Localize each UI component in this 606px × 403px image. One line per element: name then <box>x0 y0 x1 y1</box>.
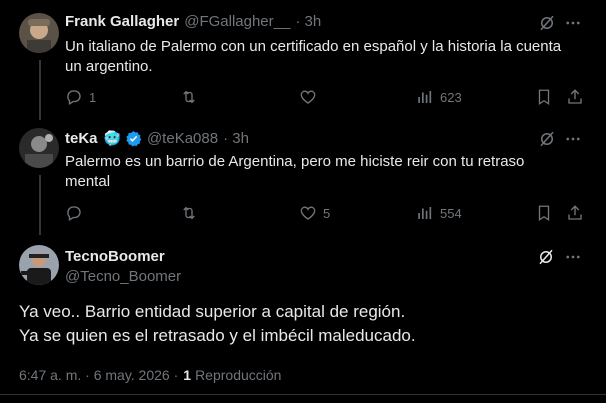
like-button[interactable]: 5 <box>299 204 330 222</box>
more-icon[interactable] <box>564 14 582 32</box>
more-icon[interactable] <box>564 130 582 148</box>
retweet-button[interactable] <box>180 204 198 222</box>
bookmark-icon[interactable] <box>535 204 553 222</box>
views-icon <box>418 207 432 219</box>
reply-icon <box>67 90 81 105</box>
main-tweet-text: Ya veo.. Barrio entidad superior a capit… <box>19 300 416 348</box>
tweet-text-line: un argentino. <box>65 58 153 75</box>
share-icon[interactable] <box>566 88 584 106</box>
more-icon[interactable] <box>564 248 582 266</box>
grok-icon[interactable] <box>538 14 556 32</box>
tweet-text: Palermo es un barrio de Argentina, pero … <box>65 152 524 192</box>
badge-emoji: 🥶 <box>103 130 121 146</box>
reply-button[interactable]: 1 <box>65 88 96 106</box>
reply-icon <box>67 206 81 221</box>
share-icon[interactable] <box>566 204 584 222</box>
author-handle[interactable]: @teKa088 <box>147 130 218 147</box>
reply-button[interactable] <box>65 204 83 222</box>
views-button[interactable]: 623 <box>416 88 462 106</box>
retweet-button[interactable] <box>180 88 198 106</box>
tweet-text-line: Palermo es un barrio de Argentina, pero … <box>65 153 525 170</box>
tweet-text-line: Ya se quien es el retrasado y el imbécil… <box>19 326 416 345</box>
repost-count: 1 <box>183 367 192 383</box>
thread-line-2 <box>39 175 41 235</box>
heart-icon <box>300 206 316 220</box>
timestamp[interactable]: 6:47 a. m. · 6 may. 2026 · <box>19 367 178 383</box>
repost-label[interactable]: Reproducción <box>195 367 281 383</box>
tweet-text: Un italiano de Palermo con un certificad… <box>65 37 561 77</box>
retweet-icon <box>183 206 195 220</box>
tweet-text-line: Ya veo.. Barrio entidad superior a capit… <box>19 302 406 321</box>
author-name[interactable]: TecnoBoomer <box>65 248 165 265</box>
verified-icon <box>125 130 142 147</box>
views-button[interactable]: 554 <box>416 204 462 222</box>
tweet-text-line: Un italiano de Palermo con un certificad… <box>65 38 562 55</box>
reply-count: 1 <box>89 89 97 105</box>
like-button[interactable] <box>299 88 317 106</box>
author-name[interactable]: Frank Gallagher <box>65 13 179 30</box>
author-name[interactable]: teKa <box>65 130 98 147</box>
avatar-teka[interactable] <box>19 128 59 168</box>
avatar-frank[interactable] <box>19 13 59 53</box>
views-icon <box>418 91 432 103</box>
views-count: 554 <box>440 205 462 221</box>
tweet-time[interactable]: · 3h <box>223 130 249 147</box>
like-count: 5 <box>323 205 331 221</box>
author-handle[interactable]: @Tecno_Boomer <box>65 268 181 285</box>
grok-icon[interactable] <box>538 130 556 148</box>
views-count: 623 <box>440 89 462 105</box>
bookmark-icon[interactable] <box>535 88 553 106</box>
avatar-tecnoboomer[interactable] <box>19 245 59 285</box>
retweet-icon <box>183 90 195 104</box>
grok-icon[interactable] <box>537 248 555 266</box>
tweet-text-line: mental <box>65 173 111 190</box>
thread-line-1 <box>39 60 41 120</box>
divider <box>0 394 606 395</box>
author-handle[interactable]: @FGallagher__ <box>184 13 290 30</box>
tweet-time[interactable]: · 3h <box>295 13 321 30</box>
heart-icon <box>300 90 316 104</box>
